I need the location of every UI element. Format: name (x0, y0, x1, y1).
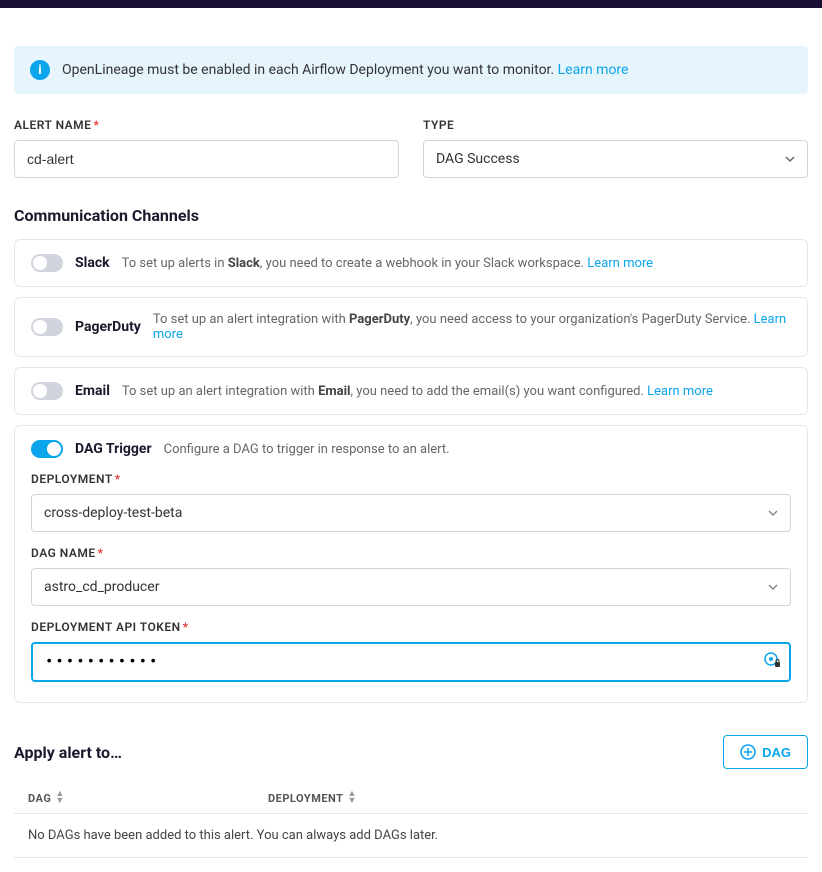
dag-trigger-description: Configure a DAG to trigger in response t… (164, 442, 450, 457)
top-bar (0, 0, 822, 8)
channel-slack: Slack To set up alerts in Slack, you nee… (14, 239, 808, 287)
info-banner-text: OpenLineage must be enabled in each Airf… (62, 62, 628, 78)
pagerduty-toggle[interactable] (31, 318, 63, 336)
deployment-api-token-input[interactable] (31, 642, 791, 682)
add-dag-button[interactable]: DAG (723, 735, 808, 769)
empty-state-message: No DAGs have been added to this alert. Y… (14, 814, 808, 858)
type-label: TYPE (423, 118, 808, 132)
email-learn-more-link[interactable]: Learn more (647, 384, 713, 399)
required-icon: * (98, 546, 104, 560)
alert-name-label: ALERT NAME* (14, 118, 399, 132)
dag-name-select[interactable]: astro_cd_producer (31, 568, 791, 606)
pagerduty-name: PagerDuty (75, 319, 141, 335)
apply-alert-title: Apply alert to… (14, 743, 122, 762)
banner-message: OpenLineage must be enabled in each Airf… (62, 62, 554, 78)
required-icon: * (115, 472, 121, 486)
channel-dag-trigger: DAG Trigger Configure a DAG to trigger i… (14, 425, 808, 703)
required-icon: * (93, 118, 99, 132)
dag-name-label: DAG NAME* (31, 546, 791, 560)
required-icon: * (183, 620, 189, 634)
email-description: To set up an alert integration with Emai… (122, 384, 713, 399)
dag-table: DAG ▲▼ DEPLOYMENT ▲▼ No DAGs have been a… (14, 783, 808, 858)
token-label: DEPLOYMENT API TOKEN* (31, 620, 791, 634)
sort-icon: ▲▼ (347, 791, 356, 805)
dag-trigger-name: DAG Trigger (75, 441, 152, 457)
type-select[interactable]: DAG Success (423, 140, 808, 178)
lock-icon[interactable] (763, 651, 781, 673)
deployment-label: DEPLOYMENT* (31, 472, 791, 486)
slack-name: Slack (75, 255, 110, 271)
slack-description: To set up alerts in Slack, you need to c… (122, 256, 653, 271)
plus-circle-icon (740, 744, 756, 760)
channel-pagerduty: PagerDuty To set up an alert integration… (14, 297, 808, 357)
channel-email: Email To set up an alert integration wit… (14, 367, 808, 415)
slack-toggle[interactable] (31, 254, 63, 272)
dag-trigger-toggle[interactable] (31, 440, 63, 458)
pagerduty-description: To set up an alert integration with Page… (153, 312, 791, 342)
info-icon: i (30, 60, 50, 80)
column-dag[interactable]: DAG ▲▼ (28, 791, 268, 805)
alert-name-input[interactable] (14, 140, 399, 178)
slack-learn-more-link[interactable]: Learn more (587, 256, 653, 271)
email-toggle[interactable] (31, 382, 63, 400)
banner-learn-more-link[interactable]: Learn more (558, 62, 629, 78)
deployment-select[interactable]: cross-deploy-test-beta (31, 494, 791, 532)
email-name: Email (75, 383, 110, 399)
add-dag-button-label: DAG (762, 745, 791, 760)
sort-icon: ▲▼ (55, 791, 64, 805)
info-banner: i OpenLineage must be enabled in each Ai… (14, 46, 808, 94)
column-deployment[interactable]: DEPLOYMENT ▲▼ (268, 791, 794, 805)
communication-channels-title: Communication Channels (14, 206, 808, 225)
